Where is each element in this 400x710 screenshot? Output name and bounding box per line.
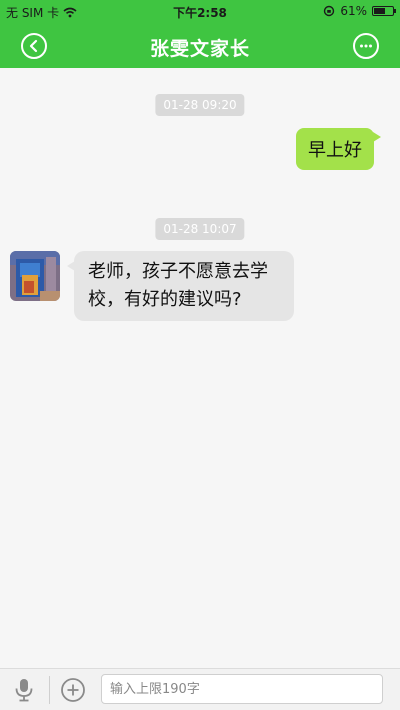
message-input[interactable] xyxy=(101,674,383,704)
voice-button[interactable] xyxy=(12,677,36,703)
page-title: 张雯文家长 xyxy=(149,38,250,60)
nav-bar: 张雯文家长 xyxy=(0,24,400,68)
status-bar: 无 SIM 卡 下午2:58 61% xyxy=(0,0,400,24)
incoming-message-bubble[interactable]: 老师，孩子不愿意去学校，有好的建议吗? xyxy=(67,251,294,321)
microphone-icon xyxy=(15,679,33,702)
battery-icon xyxy=(372,6,396,16)
avatar-image xyxy=(10,251,60,301)
add-button[interactable] xyxy=(60,677,86,703)
battery-fill xyxy=(374,8,385,14)
plus-circle-icon xyxy=(61,678,85,702)
rotation-lock-icon xyxy=(324,5,335,17)
divider xyxy=(49,676,50,704)
timestamp: 01-28 09:20 xyxy=(155,94,245,116)
battery-percent: 61% xyxy=(340,4,367,18)
timestamp: 01-28 10:07 xyxy=(155,218,245,240)
more-button[interactable] xyxy=(353,33,379,59)
input-bar xyxy=(0,668,400,710)
more-icon xyxy=(360,44,372,48)
avatar[interactable] xyxy=(10,251,60,301)
status-right: 61% xyxy=(323,4,396,18)
outgoing-message-bubble[interactable]: 早上好 xyxy=(296,128,381,170)
chat-area[interactable]: 01-28 09:20 早上好 01-28 10:07 老师，孩子不愿意去学校，… xyxy=(0,68,400,668)
